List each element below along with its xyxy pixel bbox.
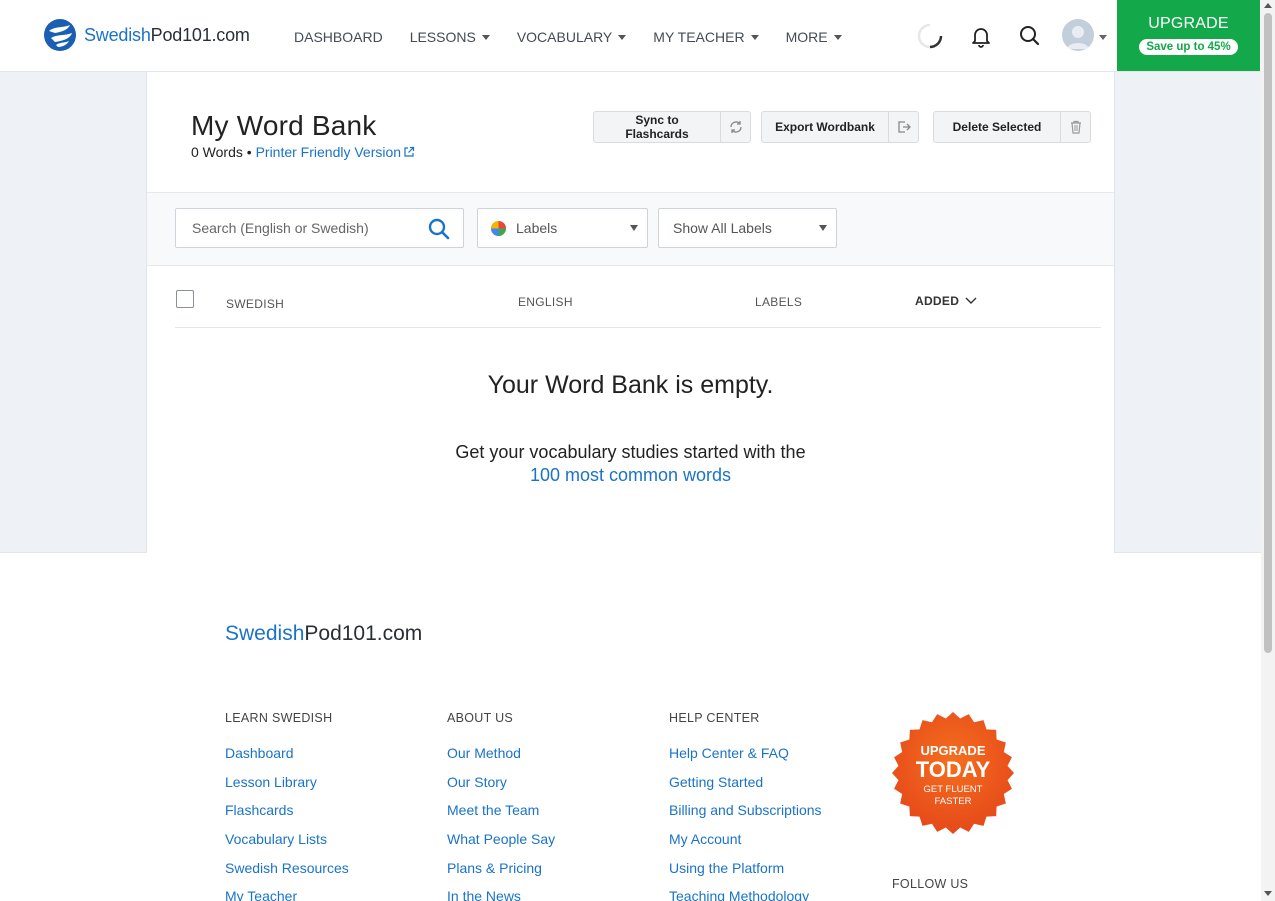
- site-logo[interactable]: SwedishPod101.com: [43, 18, 250, 52]
- footer-link-flashcards[interactable]: Flashcards: [225, 802, 349, 831]
- search-box: [175, 208, 464, 248]
- badge-line2: TODAY: [916, 757, 991, 782]
- most-common-words-link[interactable]: 100 most common words: [147, 465, 1114, 486]
- search-icon[interactable]: [1017, 23, 1043, 49]
- column-header-labels[interactable]: LABELS: [755, 295, 802, 309]
- footer-logo[interactable]: SwedishPod101.com: [225, 622, 422, 646]
- footer-link-our-method[interactable]: Our Method: [447, 745, 555, 774]
- footer-link-my-teacher[interactable]: My Teacher: [225, 888, 349, 901]
- badge-line1: UPGRADE: [920, 743, 985, 758]
- footer-link-in-the-news[interactable]: In the News: [447, 888, 555, 901]
- nav-vocabulary[interactable]: VOCABULARY: [517, 29, 627, 45]
- external-link-icon: [404, 146, 415, 157]
- follow-us-heading: FOLLOW US: [892, 877, 969, 891]
- show-labels-select-value: Show All Labels: [673, 220, 772, 236]
- footer-link-help-center[interactable]: Help Center & FAQ: [669, 745, 822, 774]
- footer-link-vocabulary-lists[interactable]: Vocabulary Lists: [225, 831, 349, 860]
- upgrade-today-badge[interactable]: UPGRADE TODAY GET FLUENT FASTER: [891, 711, 1015, 835]
- badge-line3: GET FLUENT: [924, 784, 983, 795]
- chevron-down-icon: [630, 225, 638, 231]
- badge-line4: FASTER: [935, 796, 972, 807]
- chevron-down-icon: [481, 34, 490, 40]
- search-icon[interactable]: [427, 217, 451, 241]
- footer-heading: ABOUT US: [447, 711, 514, 725]
- nav-my-teacher[interactable]: MY TEACHER: [653, 29, 759, 45]
- footer-link-our-story[interactable]: Our Story: [447, 774, 555, 803]
- logo-text-pod: Pod101.com: [150, 24, 250, 45]
- empty-state-text: Get your vocabulary studies started with…: [455, 442, 806, 462]
- nav-more[interactable]: MORE: [786, 29, 842, 45]
- chevron-down-icon: [618, 34, 627, 40]
- avatar-chevron-down-icon[interactable]: [1099, 35, 1107, 40]
- footer-link-what-people-say[interactable]: What People Say: [447, 831, 555, 860]
- footer-heading: LEARN SWEDISH: [225, 711, 333, 725]
- top-header: SwedishPod101.com DASHBOARD LESSONS VOCA…: [0, 0, 1261, 72]
- word-count: 0 Words: [191, 144, 243, 160]
- upgrade-button[interactable]: UPGRADE Save up to 45%: [1117, 0, 1260, 71]
- word-count-line: 0 Words • Printer Friendly Version: [191, 144, 415, 160]
- filter-toolbar: Labels Show All Labels: [147, 192, 1114, 266]
- column-header-english[interactable]: ENGLISH: [518, 295, 573, 309]
- footer-link-plans-pricing[interactable]: Plans & Pricing: [447, 860, 555, 889]
- column-header-swedish[interactable]: SWEDISH: [226, 297, 284, 311]
- user-silhouette-icon: [1067, 26, 1089, 49]
- export-wordbank-button[interactable]: Export Wordbank: [761, 111, 919, 143]
- labels-color-icon: [490, 220, 507, 236]
- separator-dot: •: [246, 144, 252, 160]
- word-bank-panel: My Word Bank 0 Words • Printer Friendly …: [146, 72, 1115, 553]
- chevron-down-icon: [833, 34, 842, 40]
- page-scrollbar[interactable]: [1261, 0, 1275, 901]
- footer-link-my-account[interactable]: My Account: [669, 831, 822, 860]
- column-header-added[interactable]: ADDED: [915, 294, 977, 308]
- labels-select[interactable]: Labels: [477, 208, 648, 248]
- logo-text-swedish: Swedish: [84, 24, 151, 45]
- nav-dashboard[interactable]: DASHBOARD: [294, 29, 383, 45]
- trash-icon: [1070, 120, 1081, 134]
- footer-link-lesson-library[interactable]: Lesson Library: [225, 774, 349, 803]
- sort-chevron-down-icon: [965, 297, 977, 304]
- swedishpod-logo-icon: [44, 19, 76, 51]
- avatar[interactable]: [1062, 19, 1094, 51]
- page-title: My Word Bank: [191, 110, 377, 141]
- show-all-labels-select[interactable]: Show All Labels: [658, 208, 837, 248]
- footer-link-getting-started[interactable]: Getting Started: [669, 774, 822, 803]
- sync-to-flashcards-button[interactable]: Sync to Flashcards: [593, 111, 751, 143]
- footer-link-dashboard[interactable]: Dashboard: [225, 745, 349, 774]
- search-input[interactable]: [176, 209, 416, 247]
- footer-link-swedish-resources[interactable]: Swedish Resources: [225, 860, 349, 889]
- chevron-down-icon: [819, 225, 827, 231]
- footer-column-help: HELP CENTER Help Center & FAQ Getting St…: [669, 711, 822, 901]
- printer-friendly-link[interactable]: Printer Friendly Version: [256, 144, 416, 160]
- upgrade-subtitle: Save up to 45%: [1139, 39, 1238, 55]
- bell-icon[interactable]: [968, 23, 994, 49]
- table-header: SWEDISH ENGLISH LABELS ADDED: [175, 284, 1101, 328]
- footer-column-about: ABOUT US Our Method Our Story Meet the T…: [447, 711, 555, 901]
- upgrade-title: UPGRADE: [1148, 15, 1229, 32]
- chevron-down-icon: [750, 34, 759, 40]
- footer-link-using-platform[interactable]: Using the Platform: [669, 860, 822, 889]
- footer-link-meet-the-team[interactable]: Meet the Team: [447, 802, 555, 831]
- export-icon: [897, 121, 911, 133]
- select-all-checkbox[interactable]: [176, 290, 194, 308]
- footer-heading: HELP CENTER: [669, 711, 760, 725]
- delete-selected-button[interactable]: Delete Selected: [933, 111, 1091, 143]
- nav-lessons[interactable]: LESSONS: [410, 29, 490, 45]
- footer-link-billing[interactable]: Billing and Subscriptions: [669, 802, 822, 831]
- scroll-thumb[interactable]: [1264, 13, 1272, 653]
- labels-select-value: Labels: [516, 220, 558, 236]
- scroll-up-arrow-icon[interactable]: [1264, 3, 1272, 8]
- empty-state-title: Your Word Bank is empty.: [487, 371, 774, 399]
- loading-spinner-icon: [917, 23, 943, 49]
- sync-icon: [729, 121, 742, 133]
- scroll-down-arrow-icon[interactable]: [1264, 891, 1272, 896]
- main-nav: DASHBOARD LESSONS VOCABULARY MY TEACHER …: [294, 29, 869, 45]
- footer-column-learn: LEARN SWEDISH Dashboard Lesson Library F…: [225, 711, 349, 901]
- footer-link-teaching-methodology[interactable]: Teaching Methodology: [669, 888, 822, 901]
